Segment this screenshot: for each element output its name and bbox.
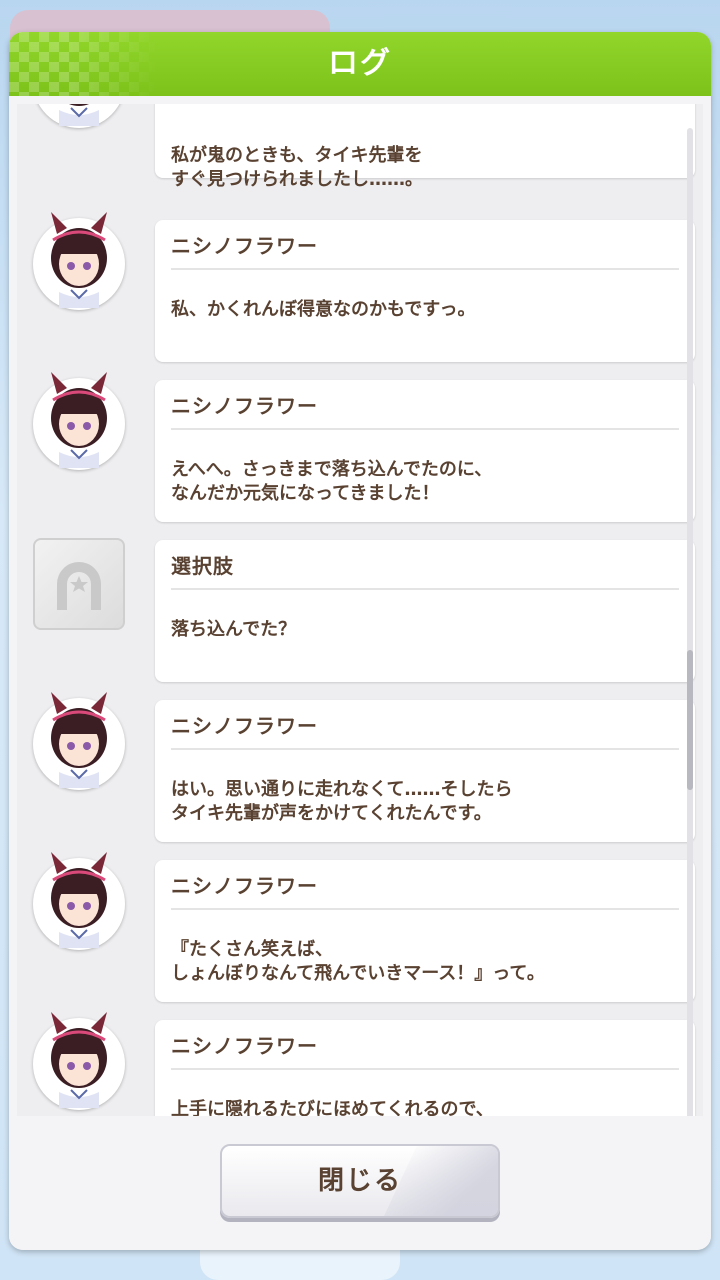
log-entry-choice: 選択肢 落ち込んでた？ bbox=[17, 538, 703, 690]
speaker-name: ニシノフラワー bbox=[171, 874, 318, 898]
message-bubble: ニシノフラワー 私、かくれんぼ得意なのかもですっ。 bbox=[155, 220, 695, 362]
scrollbar-track[interactable] bbox=[687, 128, 693, 1140]
horseshoe-icon bbox=[57, 562, 101, 610]
message-bubble: ニシノフラワー 上手に隠れるたびにほめてくれるので、 なんだか、心がポカポカして… bbox=[155, 1020, 695, 1116]
log-entry: ニシノフラワー 私、かくれんぼ得意なのかもですっ。 bbox=[17, 212, 703, 370]
log-entry: ニシノフラワー 『たくさん笑えば、 しょんぼりなんて飛んでいきマース！』って。 bbox=[17, 852, 703, 1010]
log-entry: ニシノフラワー えへへ。さっきまで落ち込んでたのに、 なんだか元気になってきまし… bbox=[17, 372, 703, 530]
speaker-name: ニシノフラワー bbox=[171, 714, 318, 738]
message-text: 私、かくれんぼ得意なのかもですっ。 bbox=[171, 299, 476, 320]
log-entry: 私が鬼のときも、タイキ先輩を すぐ見つけられましたし……。 bbox=[17, 104, 703, 190]
character-portrait-icon bbox=[35, 372, 123, 468]
message-bubble: ニシノフラワー えへへ。さっきまで落ち込んでたのに、 なんだか元気になってきまし… bbox=[155, 380, 695, 522]
character-avatar bbox=[33, 372, 125, 470]
character-avatar bbox=[33, 1012, 125, 1110]
message-bubble: 選択肢 落ち込んでた？ bbox=[155, 540, 695, 682]
character-avatar bbox=[33, 104, 125, 128]
divider bbox=[171, 268, 679, 270]
divider bbox=[171, 1068, 679, 1070]
character-portrait-icon bbox=[35, 1012, 123, 1108]
speaker-name: ニシノフラワー bbox=[171, 1034, 318, 1058]
divider bbox=[171, 428, 679, 430]
speaker-name: ニシノフラワー bbox=[171, 234, 318, 258]
message-text: 上手に隠れるたびにほめてくれるので、 なんだか、心がポカポカしてきて……。 bbox=[171, 1099, 494, 1116]
choice-icon-box bbox=[33, 538, 125, 630]
log-entry: ニシノフラワー はい。思い通りに走れなくて……そしたら タイキ先輩が声をかけてく… bbox=[17, 692, 703, 850]
speaker-name: 選択肢 bbox=[171, 554, 234, 578]
divider bbox=[171, 748, 679, 750]
message-bubble: ニシノフラワー 『たくさん笑えば、 しょんぼりなんて飛んでいきマース！』って。 bbox=[155, 860, 695, 1002]
character-portrait-icon bbox=[35, 852, 123, 948]
dialog-footer: 閉じる bbox=[9, 1116, 711, 1250]
message-text: はい。思い通りに走れなくて……そしたら タイキ先輩が声をかけてくれたんです。 bbox=[171, 779, 513, 824]
log-list[interactable]: 私が鬼のときも、タイキ先輩を すぐ見つけられましたし……。 ニシノフラワー 私、… bbox=[17, 104, 703, 1116]
scrollbar-thumb[interactable] bbox=[687, 650, 693, 790]
message-bubble: 私が鬼のときも、タイキ先輩を すぐ見つけられましたし……。 bbox=[155, 104, 695, 190]
log-entry: ニシノフラワー 上手に隠れるたびにほめてくれるので、 なんだか、心がポカポカして… bbox=[17, 1012, 703, 1116]
character-portrait-icon bbox=[40, 104, 118, 126]
character-avatar bbox=[33, 212, 125, 310]
divider bbox=[171, 588, 679, 590]
character-portrait-icon bbox=[35, 692, 123, 788]
message-text: えへへ。さっきまで落ち込んでたのに、 なんだか元気になってきました！ bbox=[171, 459, 493, 504]
speaker-name: ニシノフラワー bbox=[171, 394, 318, 418]
close-button-label: 閉じる bbox=[317, 1166, 402, 1196]
message-text: 落ち込んでた？ bbox=[171, 619, 297, 640]
close-button[interactable]: 閉じる bbox=[220, 1144, 500, 1218]
divider bbox=[171, 908, 679, 910]
message-text: 私が鬼のときも、タイキ先輩を すぐ見つけられましたし……。 bbox=[171, 145, 423, 190]
message-text: 『たくさん笑えば、 しょんぼりなんて飛んでいきマース！』って。 bbox=[171, 939, 545, 984]
character-avatar bbox=[33, 692, 125, 790]
log-header: ログ bbox=[9, 32, 711, 96]
dialog-title: ログ bbox=[328, 46, 392, 81]
message-bubble: ニシノフラワー はい。思い通りに走れなくて……そしたら タイキ先輩が声をかけてく… bbox=[155, 700, 695, 842]
log-dialog: ログ 私が鬼のときも、タイキ先輩を すぐ見つけられましたし……。 ニシノフラワー… bbox=[9, 32, 711, 1250]
character-portrait-icon bbox=[35, 212, 123, 308]
character-avatar bbox=[33, 852, 125, 950]
